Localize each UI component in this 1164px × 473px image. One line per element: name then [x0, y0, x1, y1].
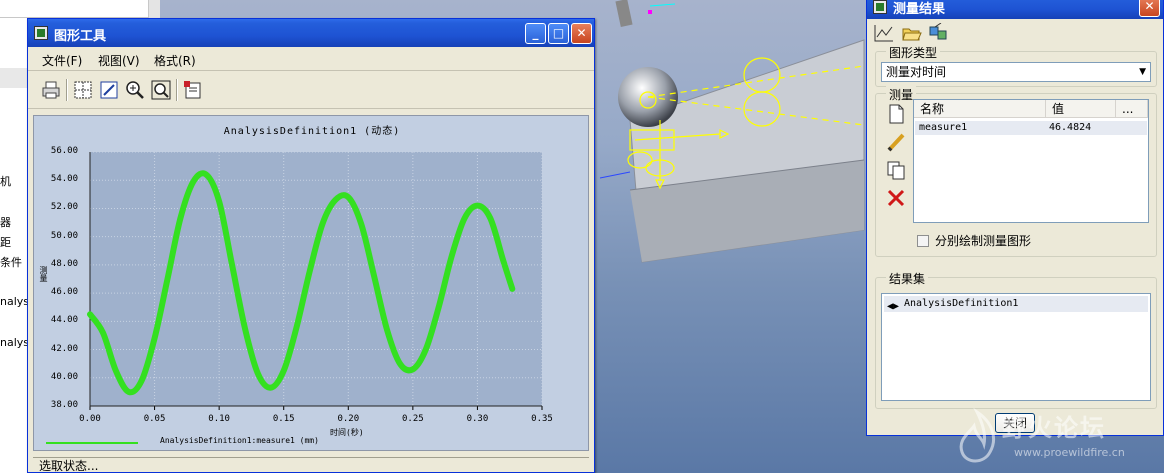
minimize-button[interactable]: _	[525, 23, 546, 44]
x-tick-label: 0.25	[402, 414, 424, 424]
fit-icon[interactable]	[98, 79, 120, 101]
graph-window-title: 图形工具	[54, 29, 107, 44]
x-tick-label: 0.20	[337, 414, 360, 424]
watermark: 野火论坛 www.proewildfire.cn	[950, 404, 1164, 473]
graph-type-value: 测量对时间	[886, 65, 947, 79]
y-tick-label: 50.00	[50, 230, 78, 241]
y-tick-label: 46.00	[50, 287, 78, 298]
measure-window-titlebar[interactable]: 测量结果 ✕	[867, 0, 1163, 19]
graph-icon[interactable]	[873, 23, 895, 43]
table-row[interactable]: measure1 46.4824	[915, 121, 1147, 135]
menu-format[interactable]: 格式(R)	[154, 52, 196, 69]
legend-label: AnalysisDefinition1:measure1 (mm)	[160, 436, 319, 445]
tree-item-fragment[interactable]: 机	[0, 173, 11, 189]
chevron-down-icon[interactable]: ▼	[1139, 63, 1146, 81]
y-tick-label: 40.00	[50, 371, 78, 382]
tree-item-fragment[interactable]: 条件	[0, 254, 22, 270]
close-window-button[interactable]: ✕	[1139, 0, 1160, 17]
x-tick-label: 0.35	[531, 414, 553, 424]
model-tree-scrollbar[interactable]	[148, 0, 160, 18]
menu-file[interactable]: 文件(F)	[42, 52, 82, 69]
close-window-button[interactable]: ✕	[571, 23, 592, 44]
app-icon	[34, 26, 48, 40]
tree-item-fragment[interactable]: nalys	[0, 336, 29, 349]
plot-area[interactable]: AnalysisDefinition1 (动态) 38.00 40.00 42.00…	[33, 115, 589, 451]
result-set-list[interactable]: ◀▶ AnalysisDefinition1	[881, 293, 1151, 401]
x-tick-label: 0.05	[143, 414, 166, 424]
measure-value-cell: 46.4824	[1049, 122, 1092, 133]
model-tree-header	[0, 0, 150, 18]
y-tick-label: 44.00	[50, 315, 78, 326]
graph-menubar: 文件(F) 视图(V) 格式(R)	[28, 47, 594, 71]
tree-item-fragment[interactable]: 器	[0, 214, 11, 230]
copy-icon[interactable]	[885, 159, 907, 181]
graph-type-select[interactable]: 测量对时间 ▼	[881, 62, 1151, 82]
grid-icon[interactable]	[72, 79, 94, 101]
expand-arrows-icon[interactable]: ◀▶	[887, 299, 899, 315]
graph-tool-window: 图形工具 _ □ ✕ 文件(F) 视图(V) 格式(R) AnalysisDef…	[27, 18, 595, 473]
graph-window-titlebar[interactable]: 图形工具 _ □ ✕	[28, 19, 594, 47]
chart-canvas	[87, 151, 543, 410]
graph-toolbar	[28, 71, 594, 109]
measure-group-label: 测量	[886, 86, 917, 103]
x-axis-label: 时间(秒)	[330, 428, 364, 437]
y-tick-label: 42.00	[50, 343, 78, 354]
edit-icon[interactable]	[885, 131, 907, 153]
tree-item-fragment[interactable]: nalys	[0, 295, 29, 308]
new-icon[interactable]	[885, 103, 907, 125]
separate-plot-label: 分别绘制测量图形	[935, 234, 1032, 248]
watermark-title: 野火论坛	[1002, 414, 1106, 442]
x-tick-label: 0.10	[208, 414, 230, 424]
graph-type-label: 图形类型	[886, 44, 941, 61]
status-bar: 选取状态...	[33, 457, 589, 473]
delete-icon[interactable]	[885, 187, 907, 209]
legend-swatch	[46, 442, 138, 444]
result-item-label: AnalysisDefinition1	[904, 298, 1019, 309]
x-tick-label: 0.15	[272, 414, 295, 424]
watermark-url: www.proewildfire.cn	[1014, 446, 1125, 459]
watermark-logo-icon	[959, 408, 995, 463]
measure-name-cell: measure1	[919, 122, 968, 133]
zoom-in-icon[interactable]	[124, 79, 146, 101]
measure-results-window: 测量结果 ✕ 图形类型 测量对时间 ▼ 测量 名称 值 ... measure1…	[866, 0, 1164, 436]
list-item[interactable]: ◀▶ AnalysisDefinition1	[884, 296, 1148, 312]
checkbox-box[interactable]	[917, 235, 929, 247]
x-tick-label: 0.30	[466, 414, 489, 424]
toolbar-separator	[176, 79, 178, 101]
column-header-more[interactable]: ...	[1116, 100, 1148, 118]
plot-background	[90, 152, 542, 406]
app-icon	[873, 0, 887, 14]
tree-item-fragment[interactable]: 距	[0, 234, 11, 250]
measure-table[interactable]: 名称 值 ... measure1 46.4824	[913, 99, 1149, 223]
y-tick-label: 38.00	[50, 400, 78, 410]
toolbar-separator	[66, 79, 68, 101]
maximize-button[interactable]: □	[548, 23, 569, 44]
result-set-label: 结果集	[886, 270, 929, 287]
y-tick-label: 52.00	[50, 202, 78, 213]
print-icon[interactable]	[40, 79, 62, 101]
open-folder-icon[interactable]	[901, 23, 923, 43]
measure-window-title: 测量结果	[893, 2, 946, 17]
column-header-value[interactable]: 值	[1046, 100, 1116, 118]
zoom-window-icon[interactable]	[150, 79, 172, 101]
info-icon[interactable]	[927, 23, 949, 43]
export-icon[interactable]	[182, 79, 204, 101]
model-tree-band	[0, 68, 30, 88]
y-axis-label: 测量	[39, 266, 48, 282]
y-tick-label: 54.00	[50, 174, 78, 185]
y-tick-label: 56.00	[50, 146, 78, 156]
menu-view[interactable]: 视图(V)	[98, 52, 140, 69]
x-tick-label: 0.00	[79, 414, 101, 424]
separate-plot-checkbox[interactable]: 分别绘制测量图形	[917, 232, 1031, 249]
column-header-name[interactable]: 名称	[914, 100, 1046, 118]
